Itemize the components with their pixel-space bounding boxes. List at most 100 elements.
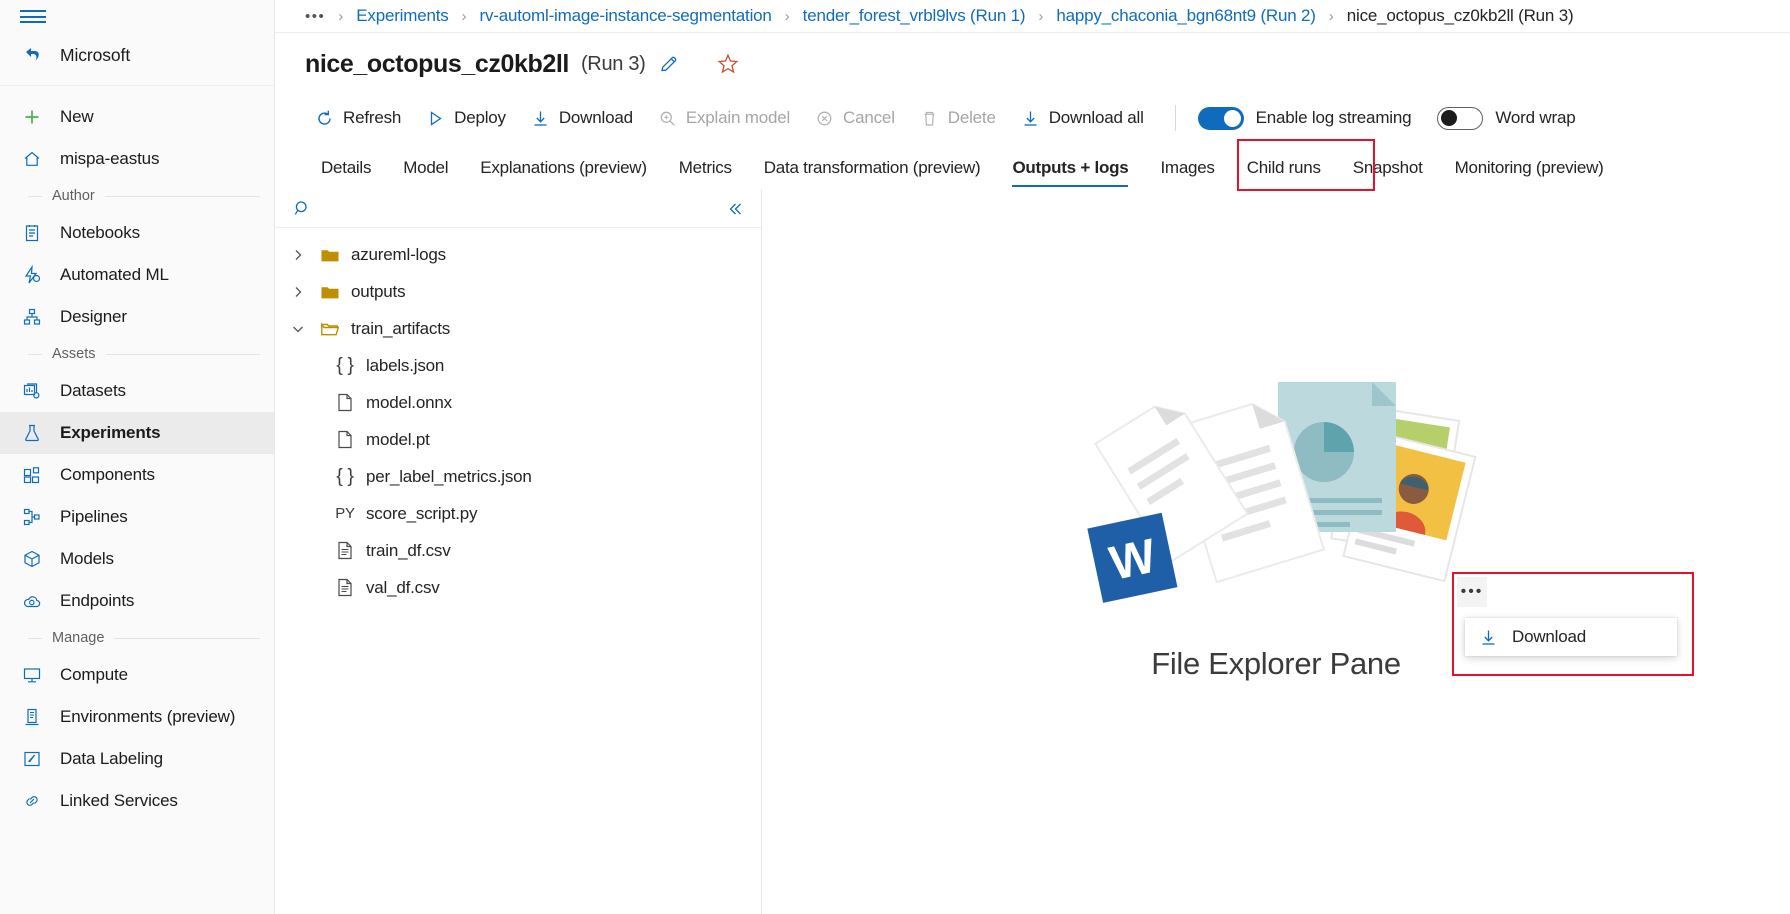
breadcrumb-item-experiments[interactable]: Experiments — [356, 6, 448, 26]
tab-explanations[interactable]: Explanations (preview) — [464, 158, 662, 190]
word-wrap-toggle[interactable] — [1437, 107, 1483, 130]
trash-icon — [920, 109, 939, 128]
cancel-button[interactable]: Cancel — [805, 103, 905, 133]
breadcrumb-separator: › — [462, 8, 467, 25]
json-icon: { } — [328, 355, 362, 377]
breadcrumb-item-experiment-name[interactable]: rv-automl-image-instance-segmentation — [480, 6, 772, 26]
section-label: Assets — [52, 346, 96, 362]
chevron-right-icon[interactable] — [283, 285, 313, 299]
sidebar-item-new[interactable]: New — [0, 96, 274, 138]
toolbar-divider — [1175, 105, 1176, 131]
sidebar-item-label: Components — [60, 465, 155, 485]
sidebar-item-endpoints[interactable]: Endpoints — [0, 580, 274, 622]
more-options-button[interactable]: ••• — [1457, 577, 1487, 607]
toolbar: Refresh Deploy Download Explain model Ca… — [275, 95, 1790, 141]
folder-icon — [313, 247, 347, 263]
breadcrumb-separator: › — [785, 8, 790, 25]
tree-row-folder-expanded[interactable]: train_artifacts — [275, 310, 761, 347]
sidebar-item-datasets[interactable]: Datasets — [0, 370, 274, 412]
file-name: score_script.py — [366, 504, 477, 524]
menu-icon[interactable] — [20, 9, 46, 24]
enable-log-streaming-toggle[interactable] — [1198, 107, 1244, 130]
tab-child-runs[interactable]: Child runs — [1231, 158, 1337, 190]
tree-row-file[interactable]: { } per_label_metrics.json — [275, 458, 761, 495]
sidebar-item-linked-services[interactable]: Linked Services — [0, 780, 274, 822]
explain-model-button[interactable]: Explain model — [648, 103, 800, 133]
download-icon — [1479, 628, 1498, 647]
chevron-down-icon[interactable] — [283, 322, 313, 336]
sidebar-item-label: Environments (preview) — [60, 707, 235, 727]
breadcrumb-ellipsis[interactable]: ••• — [305, 8, 325, 25]
pencil-icon[interactable] — [658, 53, 680, 75]
section-label: Manage — [52, 630, 104, 646]
sidebar-item-experiments[interactable]: Experiments — [0, 412, 274, 454]
tree-row-folder[interactable]: azureml-logs — [275, 236, 761, 273]
toolbar-label: Download — [559, 108, 633, 128]
sidebar-item-models[interactable]: Models — [0, 538, 274, 580]
tab-metrics[interactable]: Metrics — [663, 158, 748, 190]
tree-row-file[interactable]: train_df.csv — [275, 532, 761, 569]
chevron-right-icon[interactable] — [283, 248, 313, 262]
delete-button[interactable]: Delete — [910, 103, 1006, 133]
empty-state-label: File Explorer Pane — [1151, 646, 1401, 682]
file-search-row — [275, 190, 761, 228]
double-chevron-left-icon[interactable] — [725, 199, 745, 219]
tree-row-file[interactable]: val_df.csv — [275, 569, 761, 606]
file-name: azureml-logs — [351, 245, 446, 265]
page-title-row: nice_octopus_cz0kb2ll (Run 3) — [275, 33, 1790, 95]
sidebar-item-compute[interactable]: Compute — [0, 654, 274, 696]
sidebar-item-notebooks[interactable]: Notebooks — [0, 212, 274, 254]
tab-model[interactable]: Model — [387, 158, 464, 190]
tree-row-file[interactable]: model.pt — [275, 421, 761, 458]
download-button[interactable]: Download — [521, 103, 643, 133]
org-back-row[interactable]: Microsoft — [0, 33, 274, 77]
download-icon — [531, 109, 550, 128]
breadcrumb-item-run1[interactable]: tender_forest_vrbl9lvs (Run 1) — [803, 6, 1026, 26]
csv-icon — [328, 541, 362, 560]
tree-row-file[interactable]: { } labels.json — [275, 347, 761, 384]
breadcrumb-item-current: nice_octopus_cz0kb2ll (Run 3) — [1347, 6, 1574, 26]
sidebar-item-workspace[interactable]: mispa-eastus — [0, 138, 274, 180]
org-name: Microsoft — [60, 45, 130, 66]
search-input[interactable] — [322, 199, 725, 219]
tree-row-file[interactable]: PY score_script.py — [275, 495, 761, 532]
star-icon[interactable] — [716, 52, 740, 76]
tab-outputs-logs[interactable]: Outputs + logs — [996, 158, 1144, 190]
breadcrumb-separator: › — [1329, 8, 1334, 25]
tab-data-transformation[interactable]: Data transformation (preview) — [748, 158, 997, 190]
breadcrumb-item-run2[interactable]: happy_chaconia_bgn68nt9 (Run 2) — [1056, 6, 1315, 26]
tab-snapshot[interactable]: Snapshot — [1337, 158, 1439, 190]
section-label: Author — [52, 188, 95, 204]
sidebar-item-pipelines[interactable]: Pipelines — [0, 496, 274, 538]
sidebar-item-automated-ml[interactable]: Automated ML — [0, 254, 274, 296]
tree-row-file[interactable]: model.onnx — [275, 384, 761, 421]
context-menu[interactable]: Download — [1465, 618, 1677, 656]
file-explorer-pane: azureml-logs outputs — [275, 190, 762, 914]
main-content: ••• › Experiments › rv-automl-image-inst… — [275, 0, 1790, 914]
data-labeling-icon — [22, 749, 48, 769]
tree-row-folder[interactable]: outputs — [275, 273, 761, 310]
sidebar-item-label: mispa-eastus — [60, 149, 159, 169]
tab-images[interactable]: Images — [1144, 158, 1230, 190]
documents-illustration: W — [1066, 350, 1486, 620]
tab-details[interactable]: Details — [305, 158, 387, 190]
folder-icon — [313, 284, 347, 300]
file-name: val_df.csv — [366, 578, 440, 598]
sidebar-item-components[interactable]: Components — [0, 454, 274, 496]
sidebar-item-data-labeling[interactable]: Data Labeling — [0, 738, 274, 780]
sidebar-item-label: Notebooks — [60, 223, 140, 243]
sidebar-item-designer[interactable]: Designer — [0, 296, 274, 338]
cancel-circle-icon — [815, 109, 834, 128]
refresh-button[interactable]: Refresh — [305, 103, 411, 133]
tab-monitoring[interactable]: Monitoring (preview) — [1439, 158, 1620, 190]
folder-open-icon — [313, 321, 347, 337]
file-name: outputs — [351, 282, 405, 302]
deploy-button[interactable]: Deploy — [416, 103, 516, 133]
components-icon — [22, 465, 48, 485]
download-all-button[interactable]: Download all — [1011, 103, 1154, 133]
toolbar-label: Download all — [1049, 108, 1144, 128]
sidebar-item-label: Automated ML — [60, 265, 169, 285]
sidebar-item-environments[interactable]: Environments (preview) — [0, 696, 274, 738]
refresh-icon — [315, 109, 334, 128]
search-icon — [293, 199, 312, 218]
